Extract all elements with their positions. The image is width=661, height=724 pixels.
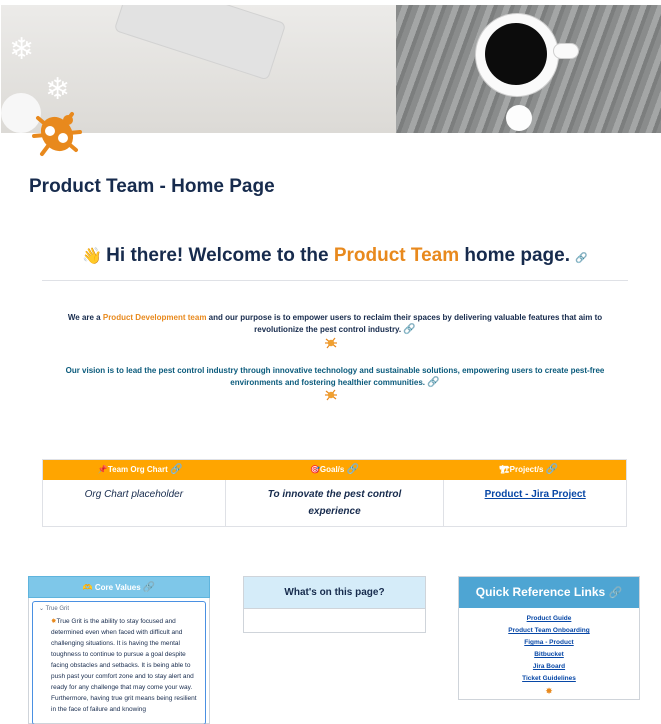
true-grit-expand[interactable]: ⌄ True Grit ✸True Grit is the ability to… xyxy=(32,601,206,724)
heading-divider xyxy=(42,280,628,281)
cover-banner: ❄ ❄ xyxy=(1,5,661,133)
bug-emoji-icon: ✸ xyxy=(545,686,553,696)
bug-page-icon[interactable] xyxy=(28,104,86,162)
true-grit-text: ✸True Grit is the ability to stay focuse… xyxy=(51,618,197,713)
laptop-image xyxy=(113,5,287,81)
header-goals: 🎯Goal/s 🔗 xyxy=(309,464,360,475)
jira-board-link[interactable]: Jira Board xyxy=(533,663,565,670)
link-icon[interactable]: 🔗 xyxy=(347,464,359,475)
core-values-body: ⌄ True Grit ✸True Grit is the ability to… xyxy=(28,598,210,724)
link-icon[interactable]: 🔗 xyxy=(170,464,182,475)
jira-project-link[interactable]: Product - Jira Project xyxy=(485,489,586,500)
list-item: Ticket Guidelines xyxy=(459,673,639,685)
team-overview-table: 📌Team Org Chart 🔗 🎯Goal/s 🔗 🏗Project/s 🔗… xyxy=(42,459,627,527)
bitbucket-link[interactable]: Bitbucket xyxy=(534,651,564,658)
list-item: Product Team Onboarding xyxy=(459,625,639,637)
ticket-guidelines-link[interactable]: Ticket Guidelines xyxy=(522,675,576,682)
vision-text: Our vision is to lead the pest control i… xyxy=(65,366,605,387)
waving-hand-icon: 👋 xyxy=(82,248,103,265)
header-projects: 🏗Project/s 🔗 xyxy=(499,464,559,475)
figma-link[interactable]: Figma - Product xyxy=(524,639,573,646)
bug-emoji-icon xyxy=(325,337,337,349)
core-values-panel: 🫶 Core Values 🔗 ⌄ True Grit ✸True Grit i… xyxy=(28,576,210,724)
snowflake-icon: ❄ xyxy=(45,72,71,107)
coffee-image xyxy=(485,23,547,85)
mug-handle-image xyxy=(553,43,579,59)
list-item: Bitbucket xyxy=(459,649,639,661)
quick-links-title: Quick Reference Links xyxy=(475,585,606,599)
purpose-paragraph: We are a Product Development team and ou… xyxy=(55,312,615,336)
goal-cell: To innovate the pest control experience xyxy=(226,480,445,526)
project-cell: Product - Jira Project xyxy=(444,480,626,526)
link-icon[interactable]: 🔗 xyxy=(427,377,439,388)
list-item: Figma - Product xyxy=(459,637,639,649)
onboarding-link[interactable]: Product Team Onboarding xyxy=(508,627,590,634)
snowflake-icon: ❄ xyxy=(9,32,35,67)
link-icon[interactable]: 🔗 xyxy=(575,253,587,264)
toc-panel: What's on this page? xyxy=(243,576,426,633)
welcome-suffix: home page. xyxy=(464,245,570,266)
ornament-image xyxy=(506,105,532,131)
page-title: Product Team - Home Page xyxy=(29,176,275,197)
expand-title[interactable]: ⌄ True Grit xyxy=(39,605,199,612)
table-body-row: Org Chart placeholder To innovate the pe… xyxy=(43,480,626,526)
purpose-highlight: Product Development team xyxy=(102,313,207,322)
link-icon[interactable]: 🔗 xyxy=(609,587,623,599)
list-item: ✸ xyxy=(459,685,639,699)
bug-emoji-icon xyxy=(325,389,337,401)
list-item: Jira Board xyxy=(459,661,639,673)
quick-links-header: Quick Reference Links 🔗 xyxy=(459,577,639,608)
org-chart-cell: Org Chart placeholder xyxy=(43,480,226,526)
header-org-chart: 📌Team Org Chart 🔗 xyxy=(97,464,183,475)
welcome-heading: 👋 Hi there! Welcome to the Product Team h… xyxy=(42,245,628,267)
welcome-prefix: Hi there! Welcome to the xyxy=(106,245,329,266)
link-icon[interactable]: 🔗 xyxy=(403,324,415,335)
vision-paragraph: Our vision is to lead the pest control i… xyxy=(55,365,615,389)
product-guide-link[interactable]: Product Guide xyxy=(527,615,572,622)
chevron-down-icon: ⌄ xyxy=(39,606,45,612)
welcome-highlight: Product Team xyxy=(333,245,460,266)
table-header-row: 📌Team Org Chart 🔗 🎯Goal/s 🔗 🏗Project/s 🔗 xyxy=(43,460,626,480)
quick-links-list: Product Guide Product Team Onboarding Fi… xyxy=(459,608,639,699)
link-icon[interactable]: 🔗 xyxy=(546,464,558,475)
list-item: Product Guide xyxy=(459,613,639,625)
core-values-title: Core Values xyxy=(94,583,141,592)
core-values-header: 🫶 Core Values 🔗 xyxy=(28,576,210,598)
quick-links-panel: Quick Reference Links 🔗 Product Guide Pr… xyxy=(458,576,640,700)
heart-hands-icon: 🫶 xyxy=(82,583,93,592)
toc-header: What's on this page? xyxy=(244,577,425,609)
link-icon[interactable]: 🔗 xyxy=(143,582,155,593)
purpose-pre: We are a xyxy=(67,313,101,322)
